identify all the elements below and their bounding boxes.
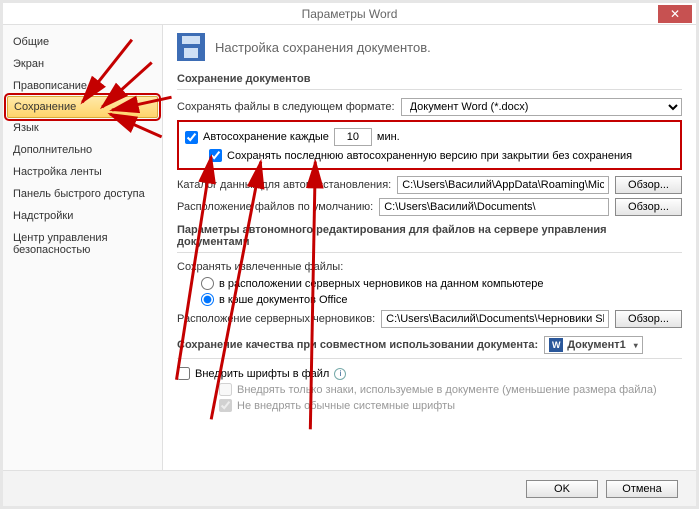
server-drafts-radio[interactable] — [201, 277, 214, 290]
sidebar-item-save[interactable]: Сохранение — [7, 96, 158, 118]
server-drafts-radio-label: в расположении серверных черновиков на д… — [219, 278, 543, 290]
titlebar: Параметры Word ✕ — [3, 3, 696, 25]
save-format-select[interactable]: Документ Word (*.docx) — [401, 98, 682, 116]
default-location-label: Расположение файлов по умолчанию: — [177, 201, 373, 213]
autorecover-path-input[interactable] — [397, 176, 609, 194]
close-button[interactable]: ✕ — [658, 5, 692, 23]
autorecover-path-label: Каталог данных для автовосстановления: — [177, 179, 391, 191]
drafts-location-label: Расположение серверных черновиков: — [177, 313, 375, 325]
autosave-label: Автосохранение каждые — [203, 131, 329, 143]
group-save-documents: Сохранение документов — [177, 73, 682, 85]
dialog-footer: OK Отмена — [3, 470, 696, 506]
sidebar-item-ribbon[interactable]: Настройка ленты — [3, 161, 162, 183]
browse-drafts-button[interactable]: Обзор... — [615, 310, 682, 328]
format-label: Сохранять файлы в следующем формате: — [177, 101, 395, 113]
autosave-interval-input[interactable] — [334, 128, 372, 146]
save-checkedout-label: Сохранять извлеченные файлы: — [177, 261, 343, 273]
keep-last-autosave-label: Сохранять последнюю автосохраненную верс… — [227, 150, 632, 162]
sidebar-item-trust[interactable]: Центр управления безопасностью — [3, 227, 162, 261]
keep-last-autosave-checkbox[interactable] — [209, 149, 222, 162]
highlight-box: Автосохранение каждые мин. Сохранять пос… — [177, 120, 682, 170]
browse-autorecover-button[interactable]: Обзор... — [615, 176, 682, 194]
drafts-location-input[interactable] — [381, 310, 609, 328]
embed-used-chars-checkbox — [219, 383, 232, 396]
target-document-select[interactable]: W Документ1 — [544, 336, 643, 354]
sidebar-item-qat[interactable]: Панель быстрого доступа — [3, 183, 162, 205]
skip-system-fonts-checkbox — [219, 399, 232, 412]
skip-system-fonts-label: Не внедрять обычные системные шрифты — [237, 400, 455, 412]
save-icon — [177, 33, 205, 61]
embed-fonts-label: Внедрить шрифты в файл — [195, 368, 329, 380]
word-doc-icon: W — [549, 338, 563, 352]
dialog-title: Параметры Word — [302, 7, 398, 21]
close-icon: ✕ — [670, 7, 680, 21]
group-offline-editing: Параметры автономного редактирования для… — [177, 224, 682, 248]
sidebar-item-addins[interactable]: Надстройки — [3, 205, 162, 227]
embed-fonts-checkbox[interactable] — [177, 367, 190, 380]
sidebar-item-display[interactable]: Экран — [3, 53, 162, 75]
embed-used-chars-label: Внедрять только знаки, используемые в до… — [237, 384, 657, 396]
ok-button[interactable]: OK — [526, 480, 598, 498]
autosave-checkbox[interactable] — [185, 131, 198, 144]
content-pane: Настройка сохранения документов. Сохране… — [163, 25, 696, 470]
cancel-button[interactable]: Отмена — [606, 480, 678, 498]
office-cache-radio[interactable] — [201, 293, 214, 306]
sidebar-item-proofing[interactable]: Правописание — [3, 75, 162, 97]
default-location-input[interactable] — [379, 198, 609, 216]
office-cache-radio-label: в кэше документов Office — [219, 294, 348, 306]
sidebar-item-advanced[interactable]: Дополнительно — [3, 139, 162, 161]
sidebar-item-language[interactable]: Язык — [3, 117, 162, 139]
group-sharing-quality: Сохранение качества при совместном испол… — [177, 336, 682, 354]
page-subtitle: Настройка сохранения документов. — [215, 40, 431, 55]
sidebar-item-general[interactable]: Общие — [3, 31, 162, 53]
options-dialog: Параметры Word ✕ Общие Экран Правописани… — [0, 0, 699, 509]
browse-default-location-button[interactable]: Обзор... — [615, 198, 682, 216]
info-icon[interactable]: i — [334, 368, 346, 380]
category-sidebar: Общие Экран Правописание Сохранение Язык… — [3, 25, 163, 470]
autosave-unit: мин. — [377, 131, 400, 143]
